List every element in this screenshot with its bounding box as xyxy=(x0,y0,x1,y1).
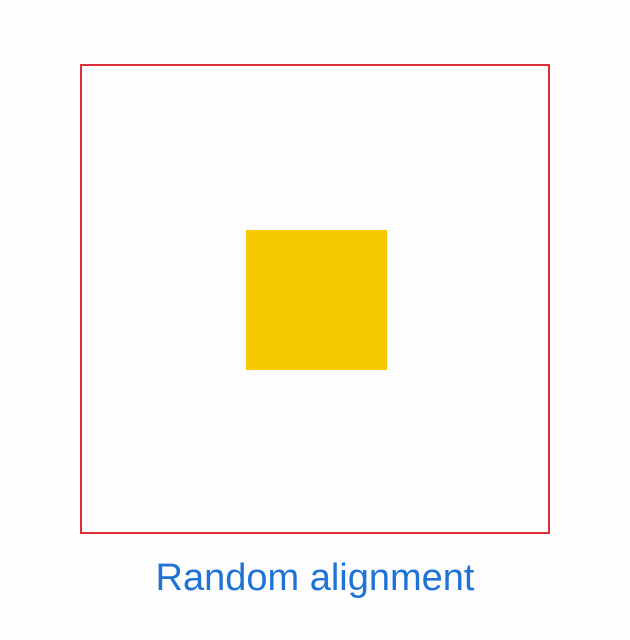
alignment-frame xyxy=(80,64,550,534)
yellow-square xyxy=(246,230,387,370)
app-canvas: Random alignment xyxy=(0,0,630,640)
random-alignment-button[interactable]: Random alignment xyxy=(0,555,630,601)
